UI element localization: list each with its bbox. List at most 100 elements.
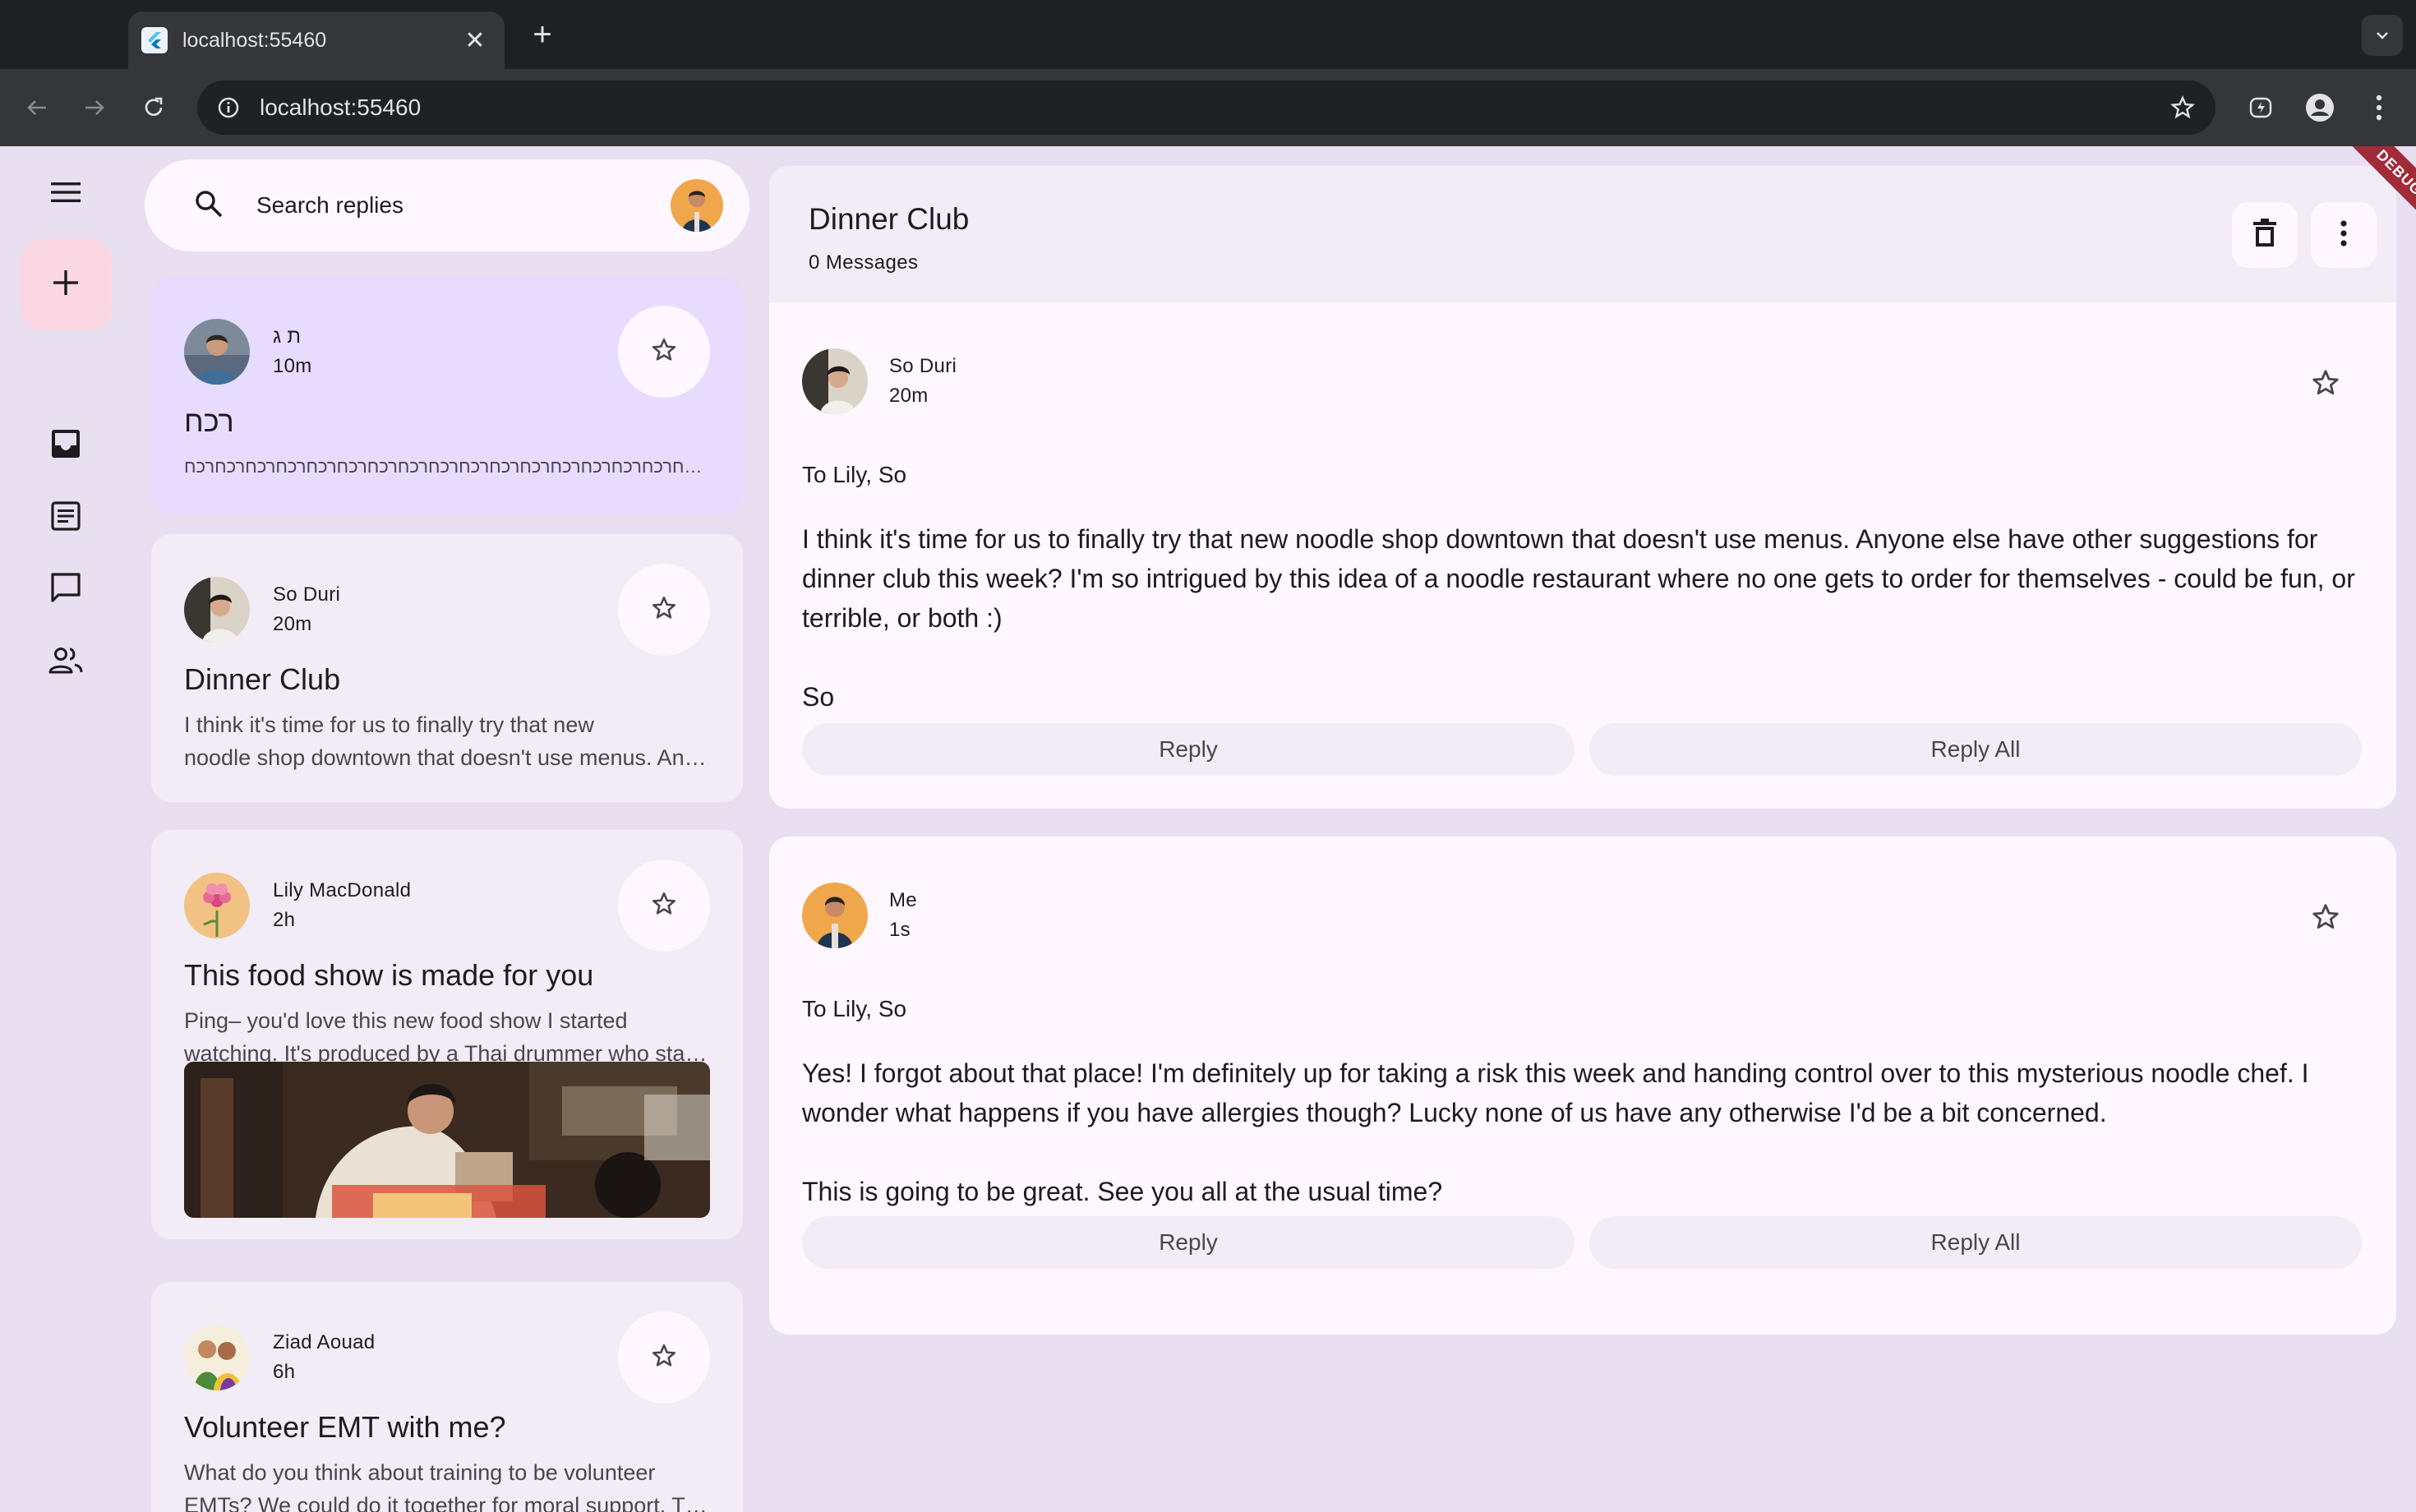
chat-icon[interactable] <box>39 561 92 614</box>
sender-name: Me <box>889 889 917 911</box>
star-button[interactable] <box>618 564 710 656</box>
sender-name: Lily MacDonald <box>273 879 412 901</box>
address-bar[interactable]: localhost:55460 <box>197 81 2215 135</box>
reload-icon[interactable] <box>135 89 173 127</box>
delete-icon <box>2252 218 2277 252</box>
extension-icon[interactable] <box>2242 89 2280 127</box>
email-card[interactable]: Ziad Aouad 6h Volunteer EMT with me? Wha… <box>151 1282 743 1512</box>
sender-avatar <box>184 577 250 643</box>
search-bar[interactable] <box>145 159 749 251</box>
close-tab-icon[interactable]: ✕ <box>460 26 490 55</box>
email-card-header: Ziad Aouad 6h <box>184 1325 375 1390</box>
search-input[interactable] <box>256 192 671 219</box>
message-recipients: To Lily, So <box>802 462 907 487</box>
reply-app: ת ג 10m רכח רכחרכחרכחרכחרכחרכחרכחרכחרכחר… <box>0 146 2416 1512</box>
browser-tab-bar: localhost:55460 ✕ + <box>0 0 2416 69</box>
tab-search-chevron-icon[interactable] <box>2362 15 2403 56</box>
email-card[interactable]: Lily MacDonald 2h This food show is made… <box>151 830 743 1239</box>
new-tab-icon[interactable]: + <box>523 15 562 54</box>
thread-message-count: 0 Messages <box>809 251 919 274</box>
thread-more-button[interactable] <box>2311 202 2377 268</box>
star-outline-icon[interactable] <box>2308 899 2344 935</box>
message-header: So Duri 20m <box>802 348 957 414</box>
email-subject: This food show is made for you <box>184 958 594 992</box>
message-meta: So Duri 20m <box>889 355 957 408</box>
email-preview: רכחרכחרכחרכחרכחרכחרכחרכחרכחרכחרכחרכחרכחר… <box>184 454 710 480</box>
email-card[interactable]: ת ג 10m רכח רכחרכחרכחרכחרכחרכחרכחרכחרכחר… <box>151 276 743 514</box>
email-attachment-image[interactable] <box>184 1062 710 1218</box>
reply-button[interactable]: Reply <box>802 723 1575 776</box>
email-preview-line: EMTs? We could do it together for moral … <box>184 1493 710 1512</box>
sender-avatar <box>802 883 868 948</box>
message-body: I think it's time for us to finally try … <box>802 519 2363 717</box>
email-preview-line: I think it's time for us to finally try … <box>184 712 594 737</box>
profile-icon[interactable] <box>2301 89 2339 127</box>
search-icon[interactable] <box>194 189 224 223</box>
reply-all-button[interactable]: Reply All <box>1589 723 2362 776</box>
message-body: Yes! I forgot about that place! I'm defi… <box>802 1053 2363 1211</box>
bookmark-star-icon[interactable] <box>2166 91 2199 124</box>
message-header: Me 1s <box>802 883 917 948</box>
browser-tab[interactable]: localhost:55460 ✕ <box>128 12 505 69</box>
star-button[interactable] <box>618 860 710 952</box>
email-preview-line: רכחרכחרכחרכחרכחרכחרכחרכחרכחרכחרכחרכחרכחר… <box>184 456 710 477</box>
email-card-header: Lily MacDonald 2h <box>184 873 411 938</box>
star-outline-icon <box>650 336 678 368</box>
sender-avatar <box>184 873 250 938</box>
sender-name: ת ג <box>273 325 302 348</box>
email-preview-line: Ping– you'd love this new food show I st… <box>184 1008 628 1033</box>
email-time: 2h <box>273 909 296 931</box>
message-paragraph: Yes! I forgot about that place! I'm defi… <box>802 1058 2309 1127</box>
tab-title: localhost:55460 <box>182 28 327 52</box>
email-preview-line: noodle shop downtown that doesn't use me… <box>184 745 710 770</box>
star-outline-icon <box>650 594 678 626</box>
user-avatar[interactable] <box>671 179 723 232</box>
star-button[interactable] <box>618 1311 710 1404</box>
star-button[interactable] <box>618 306 710 398</box>
delete-button[interactable] <box>2232 202 2298 268</box>
reply-all-button[interactable]: Reply All <box>1589 1216 2362 1269</box>
email-preview: Ping– you'd love this new food show I st… <box>184 1004 710 1070</box>
thread-title: Dinner Club <box>809 202 970 236</box>
email-card-meta: Lily MacDonald 2h <box>273 879 411 932</box>
sender-name: So Duri <box>889 355 957 377</box>
star-outline-icon <box>650 890 678 922</box>
message-card: So Duri 20m To Lily, So I think it's tim… <box>769 302 2396 809</box>
email-time: 20m <box>273 613 312 635</box>
sender-avatar <box>184 1325 250 1390</box>
email-time: 10m <box>273 355 312 377</box>
compose-icon <box>52 269 80 301</box>
email-preview-line: What do you think about training to be v… <box>184 1460 656 1485</box>
menu-icon[interactable] <box>39 166 92 219</box>
navigation-rail <box>0 146 131 1512</box>
back-icon[interactable] <box>18 89 56 127</box>
browser-menu-icon[interactable] <box>2360 89 2398 127</box>
email-card-meta: So Duri 20m <box>273 583 340 636</box>
message-paragraph: I think it's time for us to finally try … <box>802 524 2355 633</box>
reply-button[interactable]: Reply <box>802 1216 1575 1269</box>
email-card-header: So Duri 20m <box>184 577 340 643</box>
star-outline-icon[interactable] <box>2308 365 2344 401</box>
message-time: 1s <box>889 919 911 941</box>
more-vert-icon <box>2340 219 2348 251</box>
sender-name: So Duri <box>273 583 341 606</box>
flutter-favicon-icon <box>141 27 168 53</box>
url-text: localhost:55460 <box>260 94 422 120</box>
site-info-icon[interactable] <box>214 93 243 122</box>
email-subject: Dinner Club <box>184 662 341 696</box>
message-meta: Me 1s <box>889 889 917 942</box>
email-card[interactable]: So Duri 20m Dinner Club I think it's tim… <box>151 534 743 802</box>
message-paragraph: So <box>802 682 835 712</box>
articles-icon[interactable] <box>39 490 92 542</box>
email-card-meta: Ziad Aouad 6h <box>273 1331 375 1384</box>
message-paragraph: This is going to be great. See you all a… <box>802 1177 1443 1206</box>
compose-button[interactable] <box>20 238 112 330</box>
sender-avatar <box>184 319 250 385</box>
email-time: 6h <box>273 1361 296 1383</box>
contacts-icon[interactable] <box>39 634 92 687</box>
email-preview: I think it's time for us to finally try … <box>184 708 710 774</box>
star-outline-icon <box>650 1342 678 1374</box>
inbox-icon[interactable] <box>39 417 92 470</box>
forward-icon[interactable] <box>76 89 113 127</box>
sender-name: Ziad Aouad <box>273 1331 376 1353</box>
